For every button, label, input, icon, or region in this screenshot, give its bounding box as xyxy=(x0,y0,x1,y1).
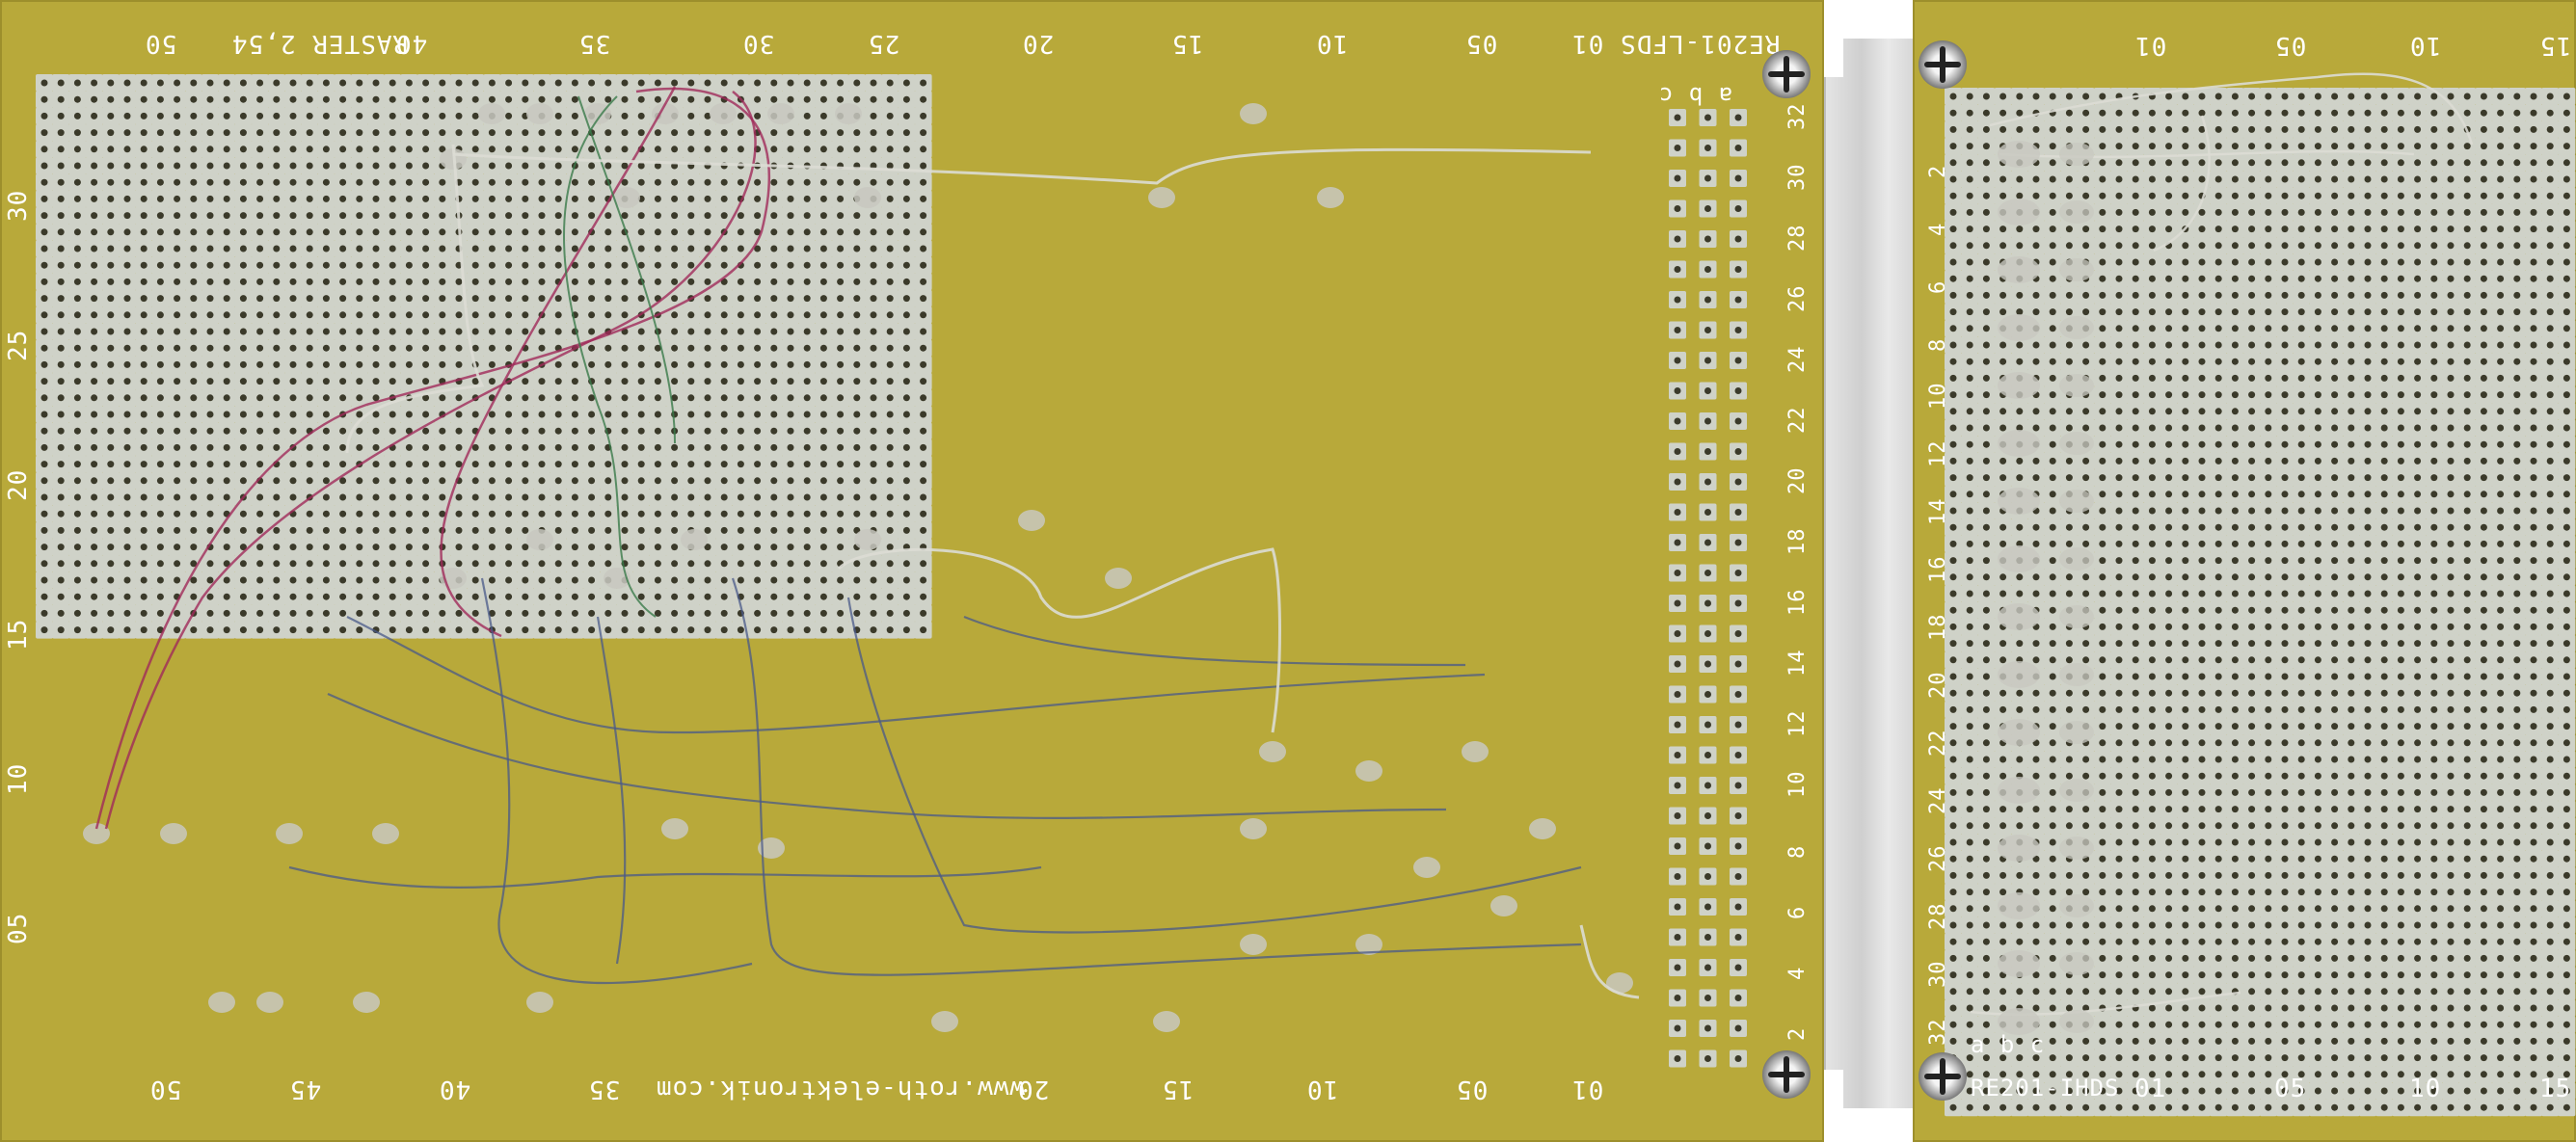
left-board-top-number: 35 xyxy=(578,29,611,58)
right-board-row-number: 32 xyxy=(1926,1018,1950,1047)
left-board-bottom-number: 05 xyxy=(1456,1075,1489,1103)
left-board-side-number: 25 xyxy=(4,329,33,361)
connector-notch xyxy=(1824,1070,1843,1108)
right-board-row-number: 22 xyxy=(1926,729,1950,757)
right-board-column-letters: a b c xyxy=(1971,1031,2046,1058)
left-board-side-number: 10 xyxy=(4,762,33,795)
left-board-top-number: 25 xyxy=(868,29,900,58)
mounting-screw xyxy=(1762,1050,1811,1099)
left-board-bottom-number: 10 xyxy=(1306,1075,1339,1103)
right-board-row-number: 30 xyxy=(1926,960,1950,989)
left-board-bottom-number: 20 xyxy=(1017,1075,1050,1103)
left-board-connector-row-number: 10 xyxy=(1785,770,1810,799)
left-board-connector-row-number: 6 xyxy=(1785,905,1810,919)
right-board-row-number: 2 xyxy=(1926,164,1950,178)
right-board-top-number: 05 xyxy=(2274,31,2307,60)
left-board-connector-row-number: 20 xyxy=(1785,466,1810,495)
left-board-website: www.roth-elektronik.com xyxy=(656,1075,1026,1103)
left-board-top-number: 15 xyxy=(1171,29,1204,58)
mounting-screw xyxy=(1762,50,1811,98)
right-board-bottom-number: 01 xyxy=(2134,1075,2167,1103)
left-board-top-number: 50 xyxy=(145,29,177,58)
left-board-bottom-number: 40 xyxy=(439,1075,471,1103)
right-board-row-number: 28 xyxy=(1926,902,1950,931)
left-board-connector-row-number: 8 xyxy=(1785,844,1810,859)
right-board-row-number: 14 xyxy=(1926,497,1950,526)
right-board-top-number: 01 xyxy=(2134,31,2167,60)
left-board-top-number: 20 xyxy=(1022,29,1055,58)
right-board-bottom-number: 10 xyxy=(2409,1075,2442,1103)
left-board-raster-label: RASTER 2,54 xyxy=(231,29,409,58)
left-board-connector-row-number: 18 xyxy=(1785,527,1810,556)
left-board-connector-row-number: 22 xyxy=(1785,406,1810,435)
left-board-side-number: 30 xyxy=(4,189,33,222)
right-board-top-number: 10 xyxy=(2409,31,2442,60)
right-board-row-number: 10 xyxy=(1926,382,1950,411)
right-board-top-number: 15 xyxy=(2539,31,2572,60)
left-pcb-board: 50 RASTER 2,54 40 35 30 25 20 15 10 05 0… xyxy=(0,0,1824,1142)
left-board-column-letters: a b c xyxy=(1658,82,1733,109)
right-board-row-number: 18 xyxy=(1926,613,1950,642)
left-board-bottom-number: 50 xyxy=(149,1075,182,1103)
right-board-pad-grid xyxy=(1945,72,2576,1117)
left-board-top-number: 05 xyxy=(1465,29,1498,58)
edge-connector xyxy=(1824,39,1917,1108)
right-board-bottom-number: 05 xyxy=(2274,1075,2307,1103)
left-board-connector-row-number: 26 xyxy=(1785,284,1810,313)
right-pcb-board: 01 05 10 15 RE201-IHDS 01 05 10 15 a b c… xyxy=(1913,0,2576,1142)
right-board-row-number: 26 xyxy=(1926,844,1950,873)
left-board-bottom-number: 35 xyxy=(588,1075,621,1103)
left-board-connector-row-number: 12 xyxy=(1785,709,1810,738)
left-board-top-number: 40 xyxy=(395,29,428,58)
left-board-connector-row-number: 2 xyxy=(1785,1026,1810,1041)
right-board-bottom-number: 15 xyxy=(2539,1075,2572,1103)
left-board-connector-row-number: 30 xyxy=(1785,163,1810,192)
left-board-top-number: 30 xyxy=(742,29,775,58)
left-board-pad-grid xyxy=(36,74,1747,1068)
left-board-bottom-number: 01 xyxy=(1571,1075,1604,1103)
right-board-row-number: 6 xyxy=(1926,279,1950,294)
left-board-bottom-number: 45 xyxy=(289,1075,322,1103)
right-board-row-number: 16 xyxy=(1926,555,1950,584)
left-board-top-number: 01 xyxy=(1571,29,1604,58)
right-board-row-number: 12 xyxy=(1926,439,1950,468)
right-board-row-number: 24 xyxy=(1926,786,1950,815)
left-board-top-number: 10 xyxy=(1316,29,1349,58)
mounting-screw xyxy=(1919,1052,1967,1101)
left-board-connector-row-number: 14 xyxy=(1785,649,1810,677)
left-board-side-number: 05 xyxy=(4,912,33,944)
left-board-connector-row-number: 24 xyxy=(1785,345,1810,374)
left-board-title: RE201-LFDS xyxy=(1620,29,1781,58)
right-board-row-number: 8 xyxy=(1926,337,1950,352)
right-board-row-number: 4 xyxy=(1926,222,1950,236)
left-main-pad-field xyxy=(36,74,932,639)
right-board-row-number: 20 xyxy=(1926,671,1950,700)
left-board-connector-row-number: 4 xyxy=(1785,966,1810,980)
left-connector-pads xyxy=(1669,109,1747,1068)
connector-notch xyxy=(1824,39,1843,77)
left-board-bottom-number: 15 xyxy=(1162,1075,1194,1103)
left-board-side-number: 15 xyxy=(4,618,33,651)
right-board-title: RE201-IHDS xyxy=(1971,1075,2120,1102)
mounting-screw xyxy=(1919,40,1967,89)
left-board-connector-row-number: 28 xyxy=(1785,224,1810,252)
left-board-connector-row-number: 32 xyxy=(1785,102,1810,131)
left-board-connector-row-number: 16 xyxy=(1785,588,1810,617)
left-board-side-number: 20 xyxy=(4,468,33,501)
